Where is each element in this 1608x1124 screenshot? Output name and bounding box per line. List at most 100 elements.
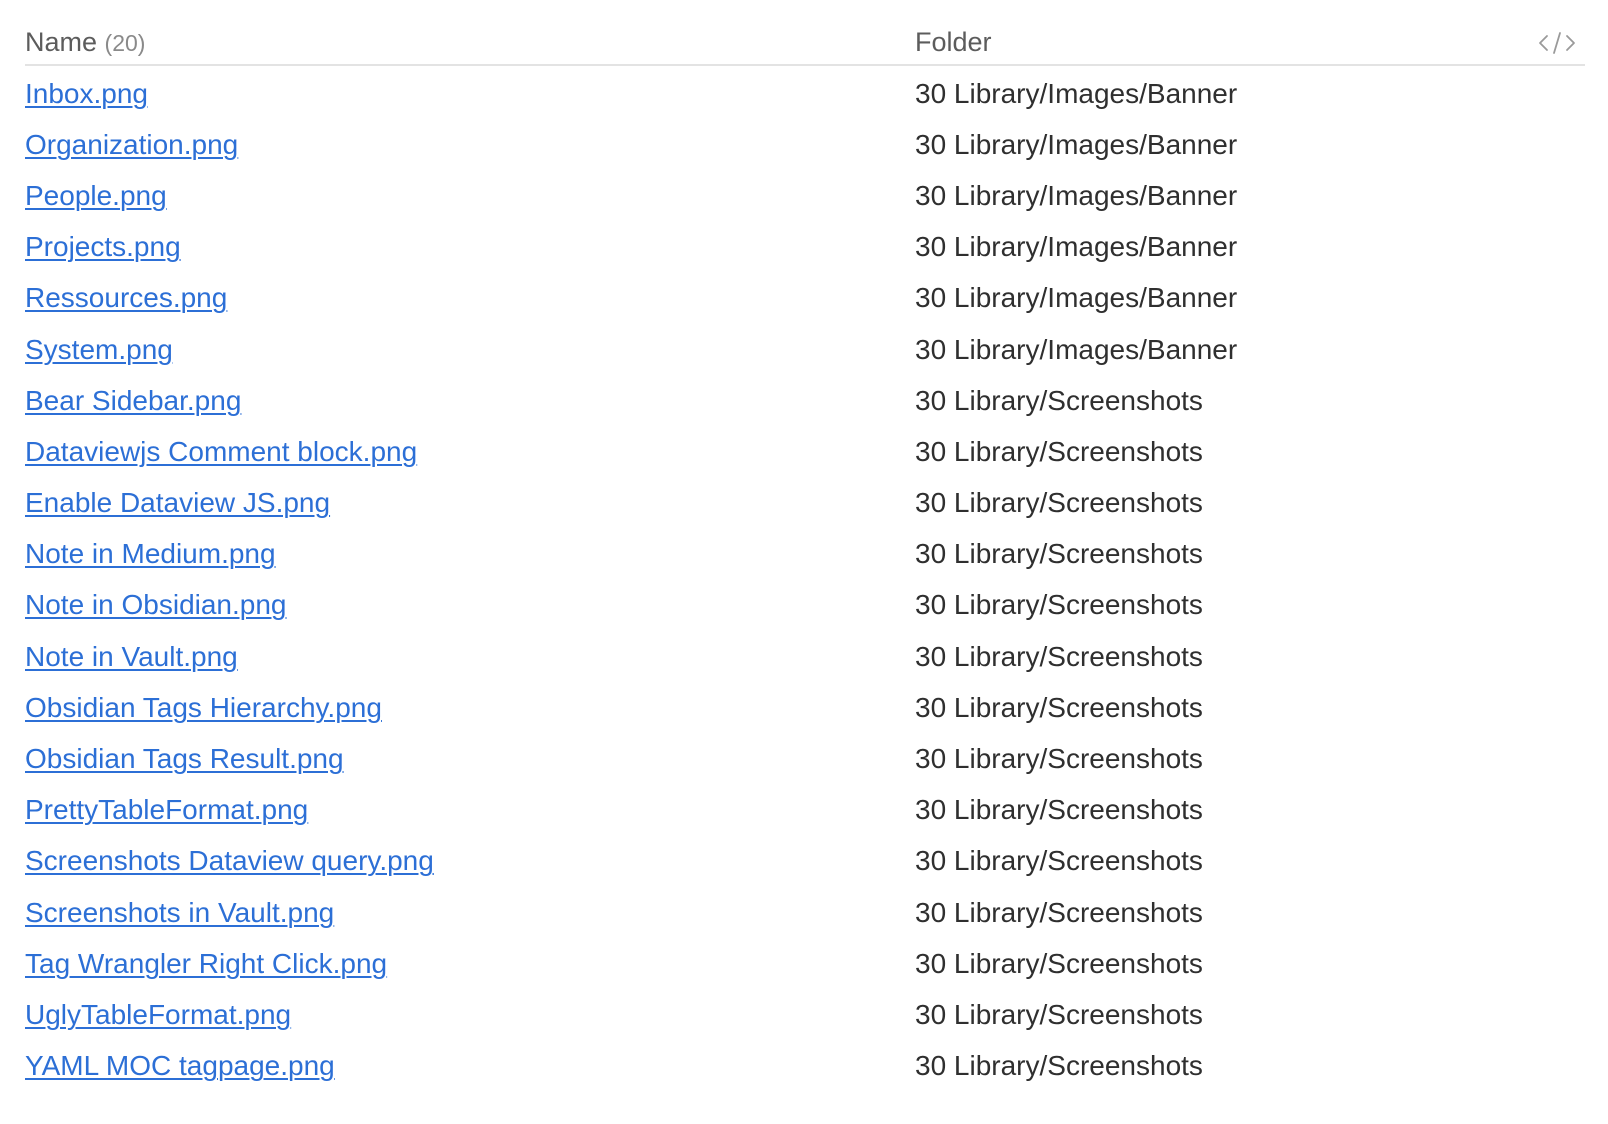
file-link[interactable]: Screenshots in Vault.png <box>25 897 334 928</box>
table-row: Inbox.png 30 Library/Images/Banner <box>25 65 1585 119</box>
file-link[interactable]: Bear Sidebar.png <box>25 385 241 416</box>
folder-cell: 30 Library/Screenshots <box>915 794 1203 826</box>
spacer-cell <box>1525 682 1585 733</box>
folder-cell: 30 Library/Images/Banner <box>915 333 1238 365</box>
table-row: PrettyTableFormat.png 30 Library/Screensh… <box>25 785 1585 836</box>
name-cell: People.png <box>25 170 915 221</box>
table-row: UglyTableFormat.png 30 Library/Screenshot… <box>25 989 1585 1040</box>
file-link[interactable]: UglyTableFormat.png <box>25 999 291 1030</box>
file-link[interactable]: Screenshots Dataview query.png <box>25 845 434 876</box>
file-link[interactable]: Note in Vault.png <box>25 641 238 672</box>
spacer-cell <box>1525 631 1585 682</box>
name-cell: Projects.png <box>25 222 915 273</box>
file-link[interactable]: Enable Dataview JS.png <box>25 487 330 518</box>
name-cell: Enable Dataview JS.png <box>25 478 915 529</box>
code-icon[interactable] <box>1537 29 1577 57</box>
file-link[interactable]: Dataviewjs Comment block.png <box>25 436 417 467</box>
name-cell: UglyTableFormat.png <box>25 989 915 1040</box>
table-row: Enable Dataview JS.png 30 Library/Screens… <box>25 478 1585 529</box>
spacer-cell <box>1525 222 1585 273</box>
folder-cell: 30 Library/Images/Banner <box>915 231 1238 263</box>
table-row: Projects.png 30 Library/Images/Banner <box>25 222 1585 273</box>
spacer-cell <box>1525 1041 1585 1092</box>
file-link[interactable]: Note in Medium.png <box>25 538 276 569</box>
column-header-name[interactable]: Name (20) <box>25 20 915 66</box>
folder-cell: 30 Library/Screenshots <box>915 538 1203 570</box>
folder-cell: 30 Library/Screenshots <box>915 435 1203 467</box>
spacer-cell <box>1525 426 1585 477</box>
file-link[interactable]: PrettyTableFormat.png <box>25 794 308 825</box>
table-row: Note in Medium.png 30 Library/Screenshots <box>25 529 1585 580</box>
spacer-cell <box>1525 733 1585 784</box>
name-cell: Obsidian Tags Hierarchy.png <box>25 682 915 733</box>
folder-cell: 30 Library/Images/Banner <box>915 128 1238 160</box>
spacer-cell <box>1525 119 1585 170</box>
file-link[interactable]: Ressources.png <box>25 282 227 313</box>
spacer-cell <box>1525 273 1585 324</box>
spacer-cell <box>1525 324 1585 375</box>
folder-cell: 30 Library/Images/Banner <box>915 77 1238 109</box>
spacer-cell <box>1525 785 1585 836</box>
table-row: Note in Obsidian.png 30 Library/Screensho… <box>25 580 1585 631</box>
folder-cell: 30 Library/Screenshots <box>915 640 1203 672</box>
name-cell: Note in Medium.png <box>25 529 915 580</box>
file-link[interactable]: Obsidian Tags Hierarchy.png <box>25 692 382 723</box>
file-link[interactable]: People.png <box>25 180 167 211</box>
name-cell: Note in Obsidian.png <box>25 580 915 631</box>
folder-cell: 30 Library/Images/Banner <box>915 179 1238 211</box>
table-row: Tag Wrangler Right Click.png 30 Library/S… <box>25 938 1585 989</box>
file-link[interactable]: System.png <box>25 334 173 365</box>
table-row: Screenshots Dataview query.png 30 Library… <box>25 836 1585 887</box>
folder-cell: 30 Library/Images/Banner <box>915 282 1238 314</box>
name-cell: Organization.png <box>25 119 915 170</box>
folder-cell: 30 Library/Screenshots <box>915 384 1203 416</box>
table-row: Dataviewjs Comment block.png 30 Library/S… <box>25 426 1585 477</box>
table-row: Note in Vault.png 30 Library/Screenshots <box>25 631 1585 682</box>
name-cell: Bear Sidebar.png <box>25 375 915 426</box>
spacer-cell <box>1525 836 1585 887</box>
name-cell: Tag Wrangler Right Click.png <box>25 938 915 989</box>
name-cell: Obsidian Tags Result.png <box>25 733 915 784</box>
spacer-cell <box>1525 375 1585 426</box>
name-cell: Screenshots Dataview query.png <box>25 836 915 887</box>
folder-cell: 30 Library/Screenshots <box>915 487 1203 519</box>
dataview-table: Name (20) Folder Inbox.png 30 Library/Ima… <box>25 20 1585 1092</box>
table-row: Screenshots in Vault.png 30 Library/Scree… <box>25 887 1585 938</box>
table-row: Obsidian Tags Hierarchy.png 30 Library/Sc… <box>25 682 1585 733</box>
name-cell: Screenshots in Vault.png <box>25 887 915 938</box>
column-header-folder[interactable]: Folder <box>915 20 1525 66</box>
file-link[interactable]: Organization.png <box>25 129 238 160</box>
name-cell: YAML MOC tagpage.png <box>25 1041 915 1092</box>
table-row: Organization.png 30 Library/Images/Banner <box>25 119 1585 170</box>
spacer-cell <box>1525 478 1585 529</box>
folder-cell: 30 Library/Screenshots <box>915 589 1203 621</box>
file-link[interactable]: Obsidian Tags Result.png <box>25 743 344 774</box>
header-row: Name (20) Folder <box>25 20 1585 66</box>
folder-cell: 30 Library/Screenshots <box>915 896 1203 928</box>
name-cell: Note in Vault.png <box>25 631 915 682</box>
spacer-cell <box>1525 580 1585 631</box>
column-header-name-label: Name <box>25 26 98 57</box>
folder-cell: 30 Library/Screenshots <box>915 845 1203 877</box>
table-row: YAML MOC tagpage.png 30 Library/Screensho… <box>25 1041 1585 1092</box>
table-header: Name (20) Folder <box>25 20 1585 66</box>
name-cell: System.png <box>25 324 915 375</box>
file-link[interactable]: YAML MOC tagpage.png <box>25 1050 335 1081</box>
folder-cell: 30 Library/Screenshots <box>915 691 1203 723</box>
table-row: Bear Sidebar.png 30 Library/Screenshots <box>25 375 1585 426</box>
file-link[interactable]: Inbox.png <box>25 78 148 109</box>
result-count: (20) <box>104 29 146 56</box>
spacer-cell <box>1525 989 1585 1040</box>
spacer-cell <box>1525 887 1585 938</box>
file-link[interactable]: Tag Wrangler Right Click.png <box>25 948 387 979</box>
folder-cell: 30 Library/Screenshots <box>915 1050 1203 1082</box>
file-link[interactable]: Projects.png <box>25 231 181 262</box>
dataview-table-container: Name (20) Folder Inbox.png 30 Library/Ima… <box>25 20 1585 1092</box>
spacer-cell <box>1525 529 1585 580</box>
spacer-cell <box>1525 938 1585 989</box>
table-body: Inbox.png 30 Library/Images/Banner Organiz… <box>25 65 1585 1092</box>
spacer-cell <box>1525 170 1585 221</box>
file-link[interactable]: Note in Obsidian.png <box>25 589 287 620</box>
table-row: Obsidian Tags Result.png 30 Library/Scree… <box>25 733 1585 784</box>
folder-cell: 30 Library/Screenshots <box>915 743 1203 775</box>
